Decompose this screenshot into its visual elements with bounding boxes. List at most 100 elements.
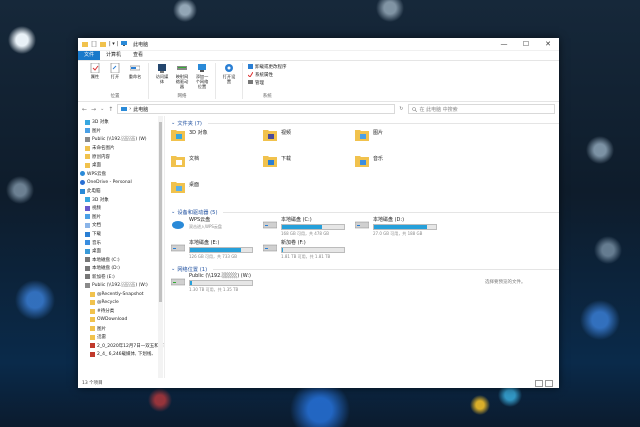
- folder-label: 视频: [281, 130, 292, 136]
- folder-item[interactable]: 下载: [263, 153, 355, 179]
- drive-capacity: 126 GB 可用，共 733 GB: [189, 254, 238, 259]
- folder-icon: [90, 317, 95, 323]
- nav-item-label: Public (\\192.░░░░) (W): [92, 136, 147, 142]
- forward-button[interactable]: →: [91, 106, 96, 113]
- section-drives-header[interactable]: ⌄ 设备和驱动器 (5): [171, 208, 559, 216]
- properties-icon[interactable]: [91, 41, 97, 47]
- nav-item[interactable]: 桌面: [78, 161, 164, 170]
- drive-name: 本地磁盘 (E:): [189, 240, 220, 246]
- manage-button[interactable]: 管理: [248, 79, 287, 86]
- nav-item-label: 3D 对象: [92, 197, 109, 203]
- uninstall-program-button[interactable]: 卸载或更改程序: [248, 63, 287, 70]
- drive-item[interactable]: 本地磁盘 (C:) 168 GB 可用，共 478 GB: [263, 216, 355, 239]
- tab-view[interactable]: 查看: [127, 51, 149, 60]
- nav-item[interactable]: 本地磁盘 (D:): [78, 264, 164, 273]
- back-button[interactable]: ←: [82, 106, 87, 113]
- drive-item[interactable]: WPS云盘 双击进入WPS云盘: [171, 216, 263, 239]
- add-network-location-button[interactable]: 添加一个网络位置: [194, 63, 210, 93]
- folder-item[interactable]: 文档: [171, 153, 263, 179]
- folder-item[interactable]: 桌面: [171, 179, 263, 205]
- folder-item[interactable]: 音乐: [355, 153, 447, 179]
- new-folder-icon[interactable]: [100, 41, 106, 47]
- refresh-button[interactable]: ↻: [399, 106, 403, 112]
- cube-icon: [85, 197, 90, 203]
- nav-item[interactable]: 新加卷 (E:): [78, 273, 164, 282]
- nav-item[interactable]: 未命名图片: [78, 144, 164, 153]
- navigation-pane[interactable]: 3D 对象 图片 Public (\\192.░░░░) (W) 未命名图片 原创内容桌…: [78, 116, 165, 378]
- recent-locations-button[interactable]: ⌄: [100, 106, 104, 112]
- nav-item[interactable]: @Recently-Snapshot: [78, 290, 164, 299]
- capacity-fill: [190, 281, 193, 285]
- nav-item[interactable]: 3D 对象: [78, 118, 164, 127]
- nav-item[interactable]: 原创内容: [78, 152, 164, 161]
- manage-icon: [248, 80, 253, 84]
- content-pane: ⌄ 文件夹 (7) 3D 对象 视频 图片文档 下载 音乐桌面 ⌄ 设备和驱动器 (5)…: [165, 116, 559, 378]
- folder-item[interactable]: 图片: [355, 127, 447, 153]
- section-folders-header[interactable]: ⌄ 文件夹 (7): [171, 119, 559, 127]
- drive-name: Public (\\192.░░░░) (W:): [189, 273, 251, 279]
- access-media-button[interactable]: 访问媒体: [154, 63, 170, 93]
- folder-icon: [263, 130, 277, 141]
- video-icon: [85, 205, 90, 211]
- nav-item[interactable]: Public (\\192.░░░░) (W): [78, 135, 164, 144]
- nav-item[interactable]: 图片: [78, 324, 164, 333]
- nav-item-label: Public (\\192.░░░░) (W:): [92, 283, 148, 289]
- up-button[interactable]: ↑: [108, 106, 113, 113]
- open-settings-button[interactable]: 打开设置: [221, 63, 237, 99]
- nav-item[interactable]: 迅雷: [78, 333, 164, 342]
- drive-item[interactable]: Public (\\192.░░░░) (W:) 1.30 TB 可用，共 1.3…: [171, 273, 263, 296]
- navigation-scrollbar[interactable]: [158, 116, 163, 378]
- nav-item[interactable]: 音乐: [78, 238, 164, 247]
- nav-item-label: 桌面: [92, 163, 101, 169]
- folder-item[interactable]: 3D 对象: [171, 127, 263, 153]
- large-icons-view-button[interactable]: [545, 379, 553, 387]
- nav-item[interactable]: #待分类: [78, 307, 164, 316]
- search-box[interactable]: 在 此电脑 中搜索: [407, 104, 555, 114]
- nav-item[interactable]: 桌面: [78, 247, 164, 256]
- nav-item[interactable]: 图片: [78, 127, 164, 136]
- nav-item[interactable]: WPS云盘: [78, 170, 164, 179]
- properties-button[interactable]: 属性: [87, 63, 103, 93]
- cloud-icon: [172, 221, 184, 229]
- nav-item[interactable]: 视频: [78, 204, 164, 213]
- nav-item[interactable]: 2_0_2020年12月7日一双五和媒市: [78, 341, 164, 350]
- open-button[interactable]: 打开: [107, 63, 123, 93]
- drive-icon: [263, 244, 277, 252]
- tab-file[interactable]: 文件: [78, 51, 101, 60]
- drive-item[interactable]: 本地磁盘 (D:) 27.0 GB 可用，共 188 GB: [355, 216, 447, 239]
- details-view-button[interactable]: [535, 379, 543, 387]
- quick-access-dropdown[interactable]: | ▾ |: [109, 41, 118, 47]
- folder-item[interactable]: 视频: [263, 127, 355, 153]
- nav-item[interactable]: 下载: [78, 230, 164, 239]
- media-icon: [158, 64, 166, 73]
- close-button[interactable]: ✕: [537, 40, 559, 48]
- map-network-drive-button[interactable]: 映射网络驱动器: [174, 63, 190, 93]
- drive-item[interactable]: 新加卷 (F:) 1.81 TB 可用，共 1.81 TB: [263, 239, 355, 262]
- minimize-button[interactable]: —: [493, 40, 515, 48]
- netdrive-icon: [85, 136, 90, 142]
- capacity-fill: [282, 225, 323, 229]
- rename-button[interactable]: 重命名: [127, 63, 143, 93]
- folder-icon: [90, 334, 95, 340]
- nav-item[interactable]: 2_4_ 6,246载媒体, 下划线、: [78, 350, 164, 359]
- nav-item[interactable]: 3D 对象: [78, 195, 164, 204]
- system-properties-button[interactable]: 系统属性: [248, 71, 287, 78]
- nav-item[interactable]: 本地磁盘 (C:): [78, 256, 164, 265]
- nav-item-label: 视频: [92, 206, 101, 212]
- nav-item[interactable]: Public (\\192.░░░░) (W:): [78, 281, 164, 290]
- nav-item[interactable]: 文档: [78, 221, 164, 230]
- drive-icon: [355, 221, 369, 229]
- nav-item[interactable]: 此电脑: [78, 187, 164, 196]
- tab-computer[interactable]: 计算机: [100, 51, 127, 60]
- nav-item[interactable]: @Recycle: [78, 298, 164, 307]
- address-bar[interactable]: › 此电脑: [117, 104, 396, 114]
- section-network-header[interactable]: ⌄ 网络位置 (1): [171, 265, 559, 273]
- maximize-button[interactable]: ☐: [515, 40, 537, 48]
- drive-capacity: 168 GB 可用，共 478 GB: [281, 231, 330, 236]
- drive-item[interactable]: 本地磁盘 (E:) 126 GB 可用，共 733 GB: [171, 239, 263, 262]
- scrollbar-thumb[interactable]: [159, 122, 162, 302]
- nav-item[interactable]: OWDownload: [78, 316, 164, 325]
- capacity-bar: [281, 247, 345, 253]
- nav-item[interactable]: 图片: [78, 213, 164, 222]
- nav-item[interactable]: OneDrive - Personal: [78, 178, 164, 187]
